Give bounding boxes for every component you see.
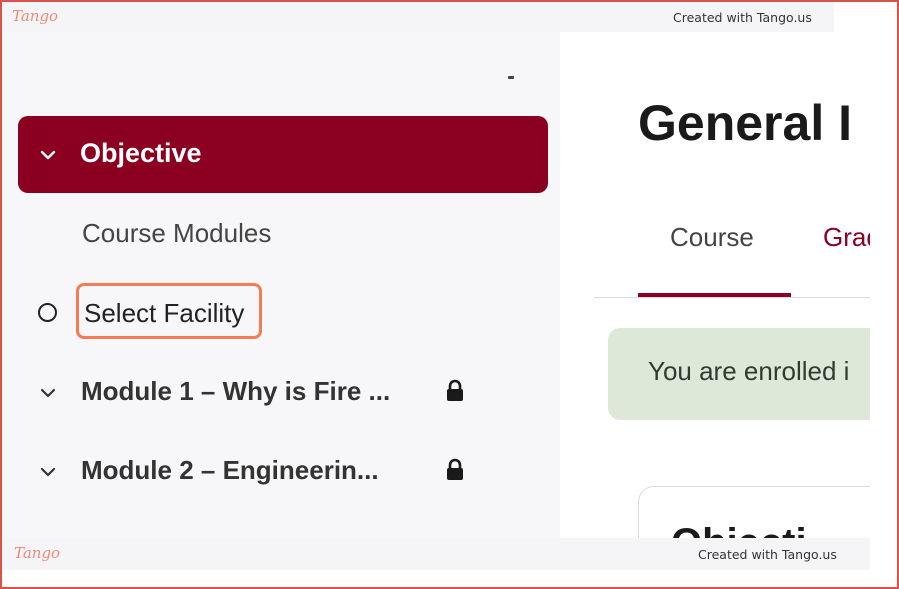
lock-icon	[447, 458, 463, 480]
sidebar-item-select-facility[interactable]: Select Facility	[76, 283, 262, 339]
screenshot-frame: Tango Created with Tango.us Objective Co…	[0, 0, 899, 589]
course-sidebar: Objective Course Modules Select Facility…	[2, 32, 560, 538]
tabs-divider	[594, 297, 870, 298]
tango-credit: Created with Tango.us	[698, 547, 837, 562]
sidebar-section-objective[interactable]: Objective	[18, 116, 548, 193]
page-title: General I	[638, 95, 852, 151]
enrollment-notice: You are enrolled i	[608, 328, 870, 420]
sidebar-item-label: Select Facility	[84, 298, 245, 328]
sidebar-section-label: Objective	[80, 138, 202, 168]
lock-icon	[447, 379, 463, 401]
tab-grades[interactable]: Grad	[823, 222, 870, 253]
tango-credit: Created with Tango.us	[673, 10, 812, 25]
objective-card: Objecti	[638, 486, 870, 538]
sidebar-item-course-modules[interactable]: Course Modules	[82, 218, 271, 249]
tango-logo: Tango	[12, 7, 59, 25]
card-heading: Objecti	[671, 521, 807, 538]
sidebar-module-2[interactable]: Module 2 – Engineerin...	[2, 452, 560, 492]
tango-header-bar: Tango Created with Tango.us	[2, 2, 834, 32]
sidebar-module-1[interactable]: Module 1 – Why is Fire ...	[2, 373, 560, 413]
chevron-down-icon	[40, 150, 56, 160]
tango-footer-bar: Tango Created with Tango.us	[2, 538, 870, 570]
chevron-down-icon	[40, 388, 56, 398]
completion-circle-icon	[38, 303, 57, 322]
scroll-indicator	[508, 76, 514, 79]
module-title: Module 1 – Why is Fire ...	[81, 376, 391, 406]
enrollment-notice-text: You are enrolled i	[648, 356, 850, 386]
course-main-panel: General I Course Grad You are enrolled i…	[560, 52, 870, 538]
tango-logo: Tango	[14, 544, 61, 562]
module-title: Module 2 – Engineerin...	[81, 455, 379, 485]
chevron-down-icon	[40, 467, 56, 477]
tab-course[interactable]: Course	[670, 222, 754, 253]
